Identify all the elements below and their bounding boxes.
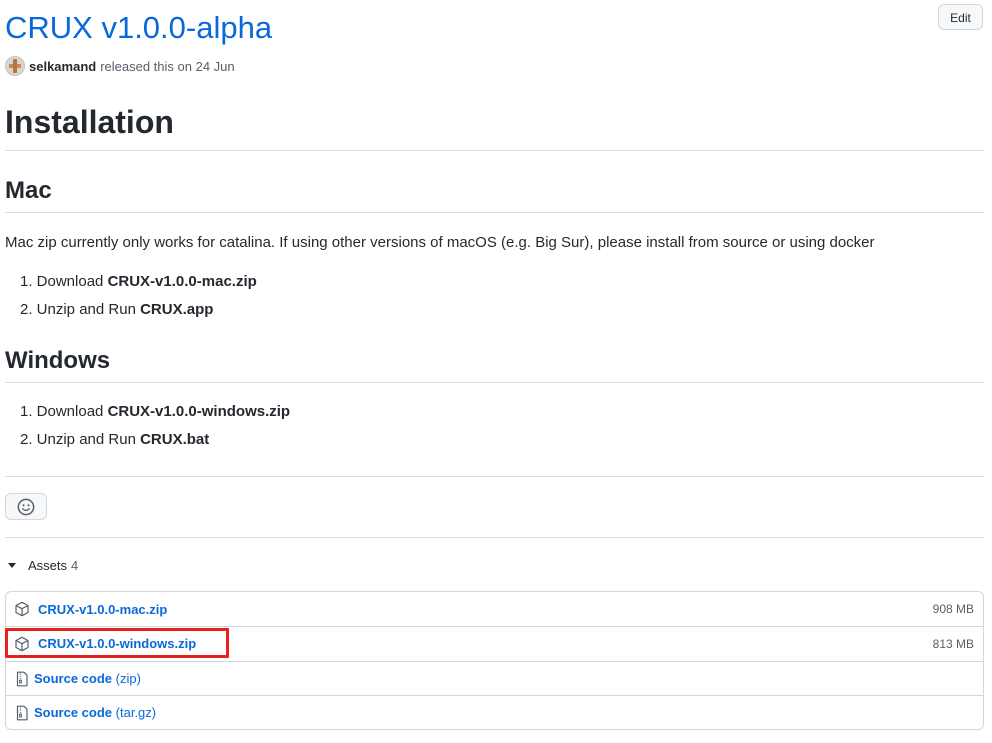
list-item: 2. Unzip and Run CRUX.app (20, 301, 214, 318)
caret-down-icon (8, 562, 16, 568)
asset-row: CRUX-v1.0.0-mac.zip 908 MB (6, 592, 983, 626)
asset-row: Source code (tar.gz) (6, 695, 983, 729)
asset-row: Source code (zip) (6, 661, 983, 695)
assets-list: CRUX-v1.0.0-mac.zip 908 MB CRUX-v1.0.0-w… (5, 591, 984, 730)
smiley-icon (17, 498, 35, 515)
asset-row: CRUX-v1.0.0-windows.zip 813 MB (6, 626, 983, 660)
assets-count: 4 (71, 557, 79, 573)
asset-link-mac-zip[interactable]: CRUX-v1.0.0-mac.zip (38, 602, 167, 617)
mac-note: Mac zip currently only works for catalin… (5, 234, 875, 251)
released-text: released this on 24 Jun (100, 58, 235, 74)
package-icon (15, 601, 29, 617)
windows-heading: Windows (5, 347, 111, 374)
asset-link-windows-zip[interactable]: CRUX-v1.0.0-windows.zip (38, 636, 196, 651)
author-link[interactable]: selkamand (29, 59, 96, 74)
divider (5, 476, 984, 477)
package-icon (15, 636, 29, 651)
mac-heading: Mac (5, 177, 52, 204)
asset-size: 813 MB (932, 636, 974, 651)
asset-size: 908 MB (932, 602, 974, 616)
release-byline: selkamand released this on 24 Jun (5, 56, 235, 76)
installation-heading: Installation (5, 104, 174, 140)
file-zip-icon (16, 671, 28, 686)
divider (5, 537, 984, 538)
divider (5, 212, 984, 213)
add-reaction-button[interactable] (5, 493, 47, 520)
assets-label: Assets (28, 557, 68, 573)
assets-toggle[interactable]: Assets 4 (5, 555, 78, 575)
asset-link-source-targz[interactable]: Source code (tar.gz) (34, 705, 156, 720)
avatar[interactable] (5, 56, 25, 76)
mac-steps: 1. Download CRUX-v1.0.0-mac.zip 2. Unzip… (20, 268, 257, 324)
list-item: 2. Unzip and Run CRUX.bat (20, 431, 210, 448)
asset-link-source-zip[interactable]: Source code (zip) (34, 671, 141, 686)
windows-steps: 1. Download CRUX-v1.0.0-windows.zip 2. U… (20, 398, 290, 454)
file-zip-icon (16, 705, 28, 720)
release-title[interactable]: CRUX v1.0.0-alpha (5, 8, 272, 48)
divider (5, 150, 984, 151)
list-item: 1. Download CRUX-v1.0.0-mac.zip (20, 273, 257, 290)
edit-button[interactable]: Edit (938, 4, 983, 30)
divider (5, 382, 984, 383)
list-item: 1. Download CRUX-v1.0.0-windows.zip (20, 403, 291, 420)
